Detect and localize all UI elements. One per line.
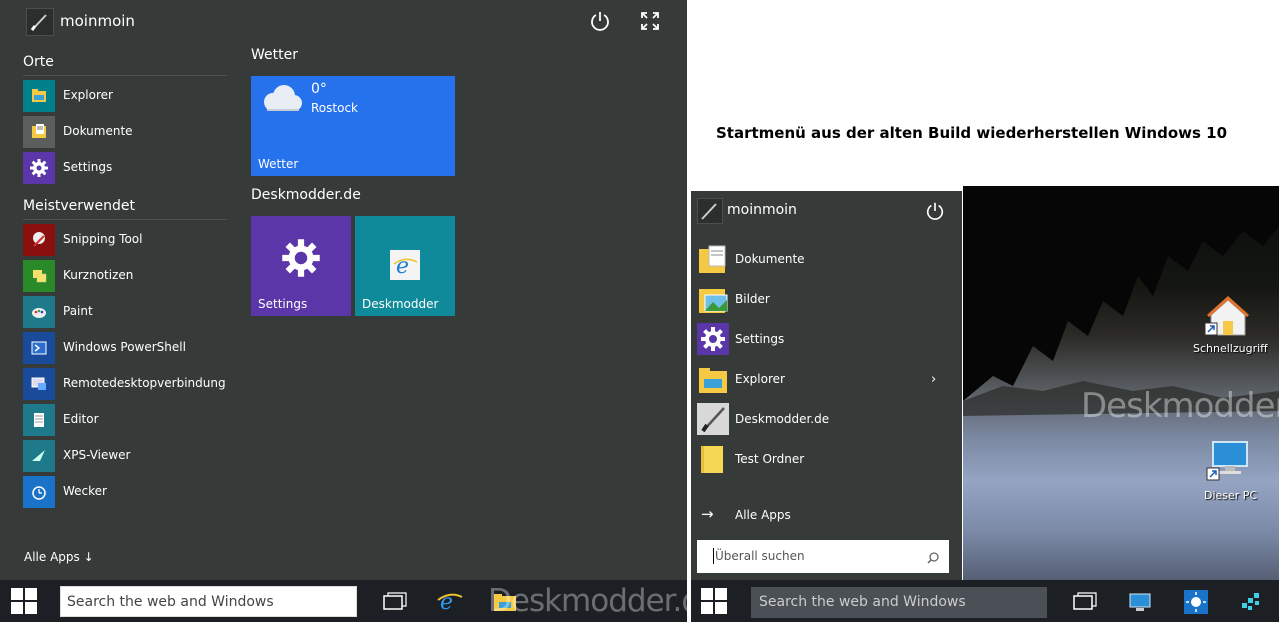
divider <box>23 75 227 76</box>
power-icon[interactable] <box>589 10 611 32</box>
menu-item-settings[interactable]: Settings <box>697 323 957 355</box>
expand-icon[interactable] <box>639 10 661 32</box>
menu-item-paint[interactable]: Paint <box>23 296 227 328</box>
cloud-icon <box>259 82 305 120</box>
menu-item-bilder[interactable]: Bilder <box>697 283 957 315</box>
user-avatar[interactable] <box>26 8 54 36</box>
section-meistverwendet: Meistverwendet <box>23 198 135 214</box>
menu-item-snipping-tool[interactable]: Snipping Tool <box>23 224 227 256</box>
documents-icon <box>23 116 55 148</box>
desktop-wallpaper: Deskmodder.de Schnellzugriff Dieser PC <box>963 186 1279 580</box>
weather-city: Rostock <box>311 101 358 115</box>
task-view-icon[interactable] <box>382 590 408 616</box>
menu-item-xps-viewer[interactable]: XPS-Viewer <box>23 440 227 472</box>
documents-folder-icon <box>697 243 729 275</box>
settings-tile[interactable]: Settings <box>251 216 351 316</box>
gear-icon <box>697 323 729 355</box>
group-title-deskmodder: Deskmodder.de <box>251 187 361 203</box>
menu-item-explorer[interactable]: Explorer <box>23 80 227 112</box>
powershell-icon <box>23 332 55 364</box>
this-pc-label: Dieser PC <box>1204 489 1258 502</box>
taskbar-search-input[interactable]: Search the web and Windows <box>751 587 1047 618</box>
task-view-icon[interactable] <box>1072 590 1098 616</box>
user-avatar[interactable] <box>697 198 723 224</box>
svg-text:e: e <box>440 590 453 614</box>
taskbar-search-input[interactable]: Search the web and Windows <box>60 586 357 617</box>
text-cursor <box>713 548 714 564</box>
sticky-notes-icon <box>23 260 55 292</box>
alarm-icon <box>23 476 55 508</box>
remote-desktop-icon <box>23 368 55 400</box>
chevron-right-icon: › <box>931 372 937 387</box>
section-orte: Orte <box>23 54 54 70</box>
arrow-right-icon: → <box>701 505 714 523</box>
weather-temp: 0° <box>311 81 327 97</box>
divider <box>23 219 227 220</box>
xps-viewer-icon <box>23 440 55 472</box>
menu-item-editor[interactable]: Editor <box>23 404 227 436</box>
folder-icon <box>697 443 729 475</box>
all-apps-link[interactable]: → Alle Apps <box>697 505 897 527</box>
watermark: Deskmodder.de <box>488 583 719 619</box>
menu-item-explorer[interactable]: Explorer › <box>697 363 957 395</box>
menu-item-kurznotizen[interactable]: Kurznotizen <box>23 260 227 292</box>
start-menu-new: moinmoin Orte Explorer Dokumente Setting… <box>0 0 687 580</box>
deskmodder-tray-icon[interactable] <box>1239 589 1265 615</box>
all-apps-link[interactable]: Alle Apps ↓ <box>24 550 94 564</box>
tile-label: Settings <box>258 297 308 311</box>
menu-item-dokumente[interactable]: Dokumente <box>697 243 957 275</box>
this-pc-taskbar-icon[interactable] <box>1127 590 1153 616</box>
windows-start-icon[interactable] <box>701 588 727 614</box>
quick-access-icon[interactable] <box>1203 291 1253 341</box>
username[interactable]: moinmoin <box>727 202 797 218</box>
search-icon[interactable] <box>927 549 939 568</box>
group-title-wetter: Wetter <box>251 47 298 63</box>
menu-item-dokumente[interactable]: Dokumente <box>23 116 227 148</box>
internet-explorer-icon[interactable]: e <box>437 588 463 615</box>
menu-item-deskmodder[interactable]: Deskmodder.de <box>697 403 957 435</box>
tile-label: Wetter <box>258 157 299 171</box>
menu-item-settings[interactable]: Settings <box>23 152 227 184</box>
menu-search-input[interactable]: Überall suchen <box>697 540 949 573</box>
notepad-icon <box>23 404 55 436</box>
weather-tile[interactable]: 0° Rostock Wetter <box>251 76 455 176</box>
article-title: Startmenü aus der alten Build wiederhers… <box>716 124 1228 142</box>
gear-icon <box>276 233 326 287</box>
brightness-icon[interactable] <box>1183 589 1209 615</box>
menu-item-test-ordner[interactable]: Test Ordner <box>697 443 957 475</box>
deskmodder-tile[interactable]: e Deskmodder <box>355 216 455 316</box>
menu-item-powershell[interactable]: Windows PowerShell <box>23 332 227 364</box>
this-pc-icon[interactable] <box>1205 438 1251 484</box>
menu-item-remotedesktop[interactable]: Remotedesktopverbindung <box>23 368 227 400</box>
svg-text:e: e <box>396 254 409 279</box>
menu-item-wecker[interactable]: Wecker <box>23 476 227 508</box>
deskmodder-icon <box>697 403 729 435</box>
explorer-icon <box>23 80 55 112</box>
ie-page-icon: e <box>390 250 420 280</box>
windows-start-icon[interactable] <box>11 588 37 614</box>
username[interactable]: moinmoin <box>60 12 135 30</box>
power-icon[interactable] <box>925 201 945 225</box>
pictures-folder-icon <box>697 283 729 315</box>
gear-icon <box>23 152 55 184</box>
desktop-watermark: Deskmodder.de <box>1081 386 1279 426</box>
explorer-folder-icon <box>697 363 729 395</box>
quick-access-label: Schnellzugriff <box>1193 342 1268 355</box>
paint-icon <box>23 296 55 328</box>
tile-label: Deskmodder <box>362 297 439 311</box>
snipping-tool-icon <box>23 224 55 256</box>
